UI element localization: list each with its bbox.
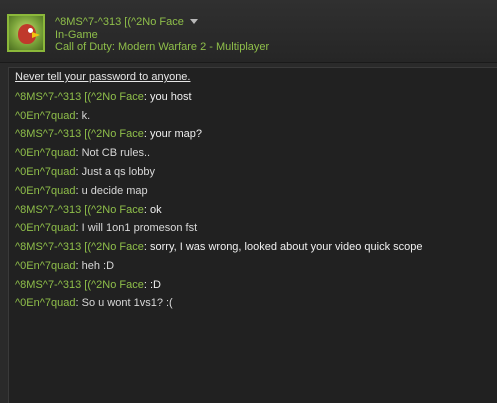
- message-text: your map?: [150, 128, 202, 140]
- chat-message: ^0En^7quad: I will 1on1 promeson fst: [15, 222, 198, 234]
- message-text: So u wont 1vs1? :(: [81, 297, 173, 309]
- message-sender: ^0En^7quad: [15, 185, 76, 197]
- message-sender: ^0En^7quad: [15, 147, 76, 159]
- chat-message: ^0En^7quad: heh :D: [15, 260, 115, 272]
- message-sender: ^8MS^7-^313 [(^2No Face: [15, 91, 144, 103]
- avatar[interactable]: [7, 14, 45, 52]
- chat-message: ^0En^7quad: So u wont 1vs1? :(: [15, 297, 173, 309]
- game-title: Call of Duty: Modern Warfare 2 - Multipl…: [55, 41, 270, 53]
- message-text: k.: [81, 110, 91, 122]
- chat-message: ^8MS^7-^313 [(^2No Face: your map?: [15, 128, 202, 140]
- message-text: I will 1on1 promeson fst: [81, 222, 198, 234]
- message-sender: ^8MS^7-^313 [(^2No Face: [15, 204, 144, 216]
- message-sender: ^0En^7quad: [15, 222, 76, 234]
- header-divider: [0, 62, 497, 63]
- message-text: ok: [150, 204, 162, 216]
- chat-message: ^8MS^7-^313 [(^2No Face: ok: [15, 204, 162, 216]
- message-sender: ^8MS^7-^313 [(^2No Face: [15, 279, 144, 291]
- message-sender: ^0En^7quad: [15, 297, 76, 309]
- chat-message: ^8MS^7-^313 [(^2No Face: :D: [15, 279, 161, 291]
- message-text: sorry, I was wrong, looked about your vi…: [150, 241, 423, 253]
- message-sender: ^8MS^7-^313 [(^2No Face: [15, 241, 144, 253]
- chat-message: ^8MS^7-^313 [(^2No Face: sorry, I was wr…: [15, 241, 423, 253]
- friend-status: In-Game: [55, 29, 98, 41]
- message-text: :D: [150, 279, 161, 291]
- security-warning: Never tell your password to anyone.: [15, 71, 191, 83]
- message-sender: ^0En^7quad: [15, 260, 76, 272]
- chat-message: ^0En^7quad: u decide map: [15, 185, 148, 197]
- chat-message: ^0En^7quad: k.: [15, 110, 91, 122]
- message-text: heh :D: [81, 260, 115, 272]
- chat-message: ^0En^7quad: Just a qs lobby: [15, 166, 155, 178]
- message-text: Just a qs lobby: [81, 166, 155, 178]
- chat-message: ^0En^7quad: Not CB rules..: [15, 147, 151, 159]
- message-text: Not CB rules..: [81, 147, 151, 159]
- chat-message: ^8MS^7-^313 [(^2No Face: you host: [15, 91, 192, 103]
- message-sender: ^0En^7quad: [15, 110, 76, 122]
- message-text: u decide map: [81, 185, 148, 197]
- message-sender: ^0En^7quad: [15, 166, 76, 178]
- message-text: you host: [150, 91, 192, 103]
- message-sender: ^8MS^7-^313 [(^2No Face: [15, 128, 144, 140]
- friend-name[interactable]: ^8MS^7-^313 [(^2No Face: [55, 16, 184, 28]
- chat-header: ^8MS^7-^313 [(^2No Face In-Game Call of …: [0, 0, 497, 62]
- chevron-down-icon[interactable]: [190, 19, 198, 24]
